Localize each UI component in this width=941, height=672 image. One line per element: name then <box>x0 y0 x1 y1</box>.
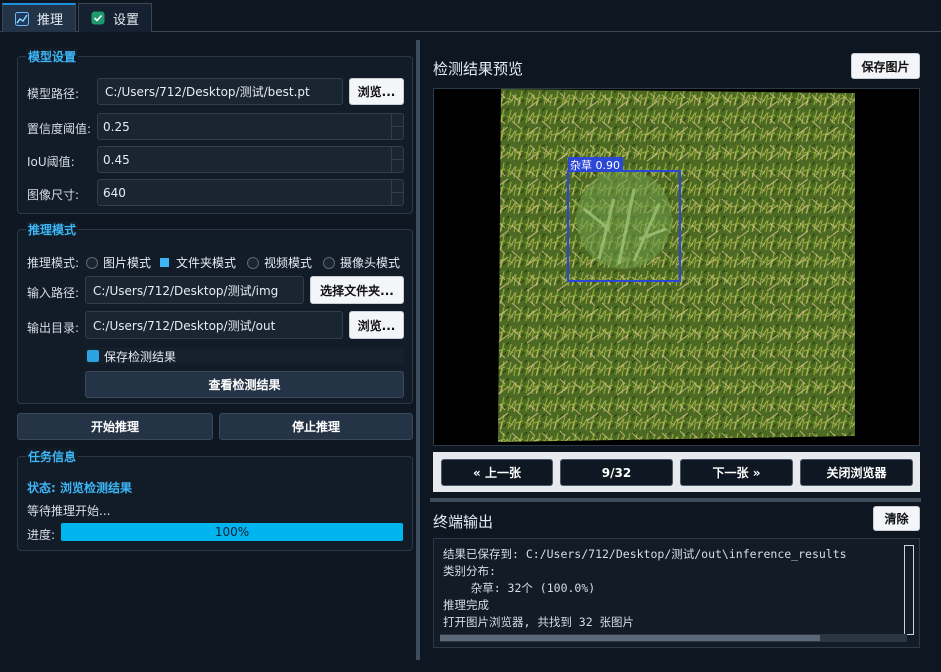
terminal-line: 类别分布: <box>443 564 496 578</box>
tab-settings[interactable]: 设置 <box>78 3 152 32</box>
radio-image-mode[interactable]: 图片模式 <box>86 254 151 271</box>
horizontal-scrollbar[interactable] <box>440 634 907 642</box>
checkbox-checked-icon <box>87 350 99 362</box>
progress-text: 100% <box>214 525 250 539</box>
inference-mode-title: 推理模式 <box>26 221 79 238</box>
radio-video-mode-label: 视频模式 <box>264 256 313 270</box>
imgsz-value: 640 <box>103 185 126 200</box>
tab-settings-label: 设置 <box>113 12 140 28</box>
chart-icon <box>15 11 29 26</box>
tab-bar: 推理 设置 <box>0 0 941 32</box>
conf-label: 置信度阈值: <box>27 122 92 136</box>
radio-indicator <box>247 256 259 269</box>
conf-spin-arrows[interactable] <box>391 114 403 139</box>
prev-image-button[interactable]: « 上一张 <box>441 459 553 486</box>
output-dir-field[interactable]: C:/Users/712/Desktop/测试/out <box>85 311 343 339</box>
terminal-line: 结果已保存到: C:/Users/712/Desktop/测试/out\infe… <box>443 547 847 561</box>
radio-camera-mode[interactable]: 摄像头模式 <box>323 254 400 271</box>
model-browse-button[interactable]: 浏览... <box>349 78 404 105</box>
terminal-line: 打开图片浏览器, 共找到 32 张图片 <box>443 615 635 629</box>
terminal-line: 杂草: 32个 (100.0%) <box>443 581 596 595</box>
progress-label: 进度: <box>27 528 56 542</box>
task-info-title: 任务信息 <box>26 448 79 465</box>
model-path-input[interactable]: C:/Users/712/Desktop/测试/best.pt <box>97 78 343 105</box>
imgsz-spin-arrows[interactable] <box>391 180 403 205</box>
iou-spin-arrows[interactable] <box>391 147 403 172</box>
terminal-output[interactable]: 结果已保存到: C:/Users/712/Desktop/测试/out\infe… <box>433 538 920 648</box>
preview-area: 杂草 0.90 <box>433 88 920 446</box>
preview-title: 检测结果预览 <box>433 60 524 78</box>
close-browser-button[interactable]: 关闭浏览器 <box>800 459 913 486</box>
radio-indicator <box>323 256 335 269</box>
status-text: 状态: 浏览检测结果 <box>27 481 132 495</box>
start-inference-button[interactable]: 开始推理 <box>17 413 213 440</box>
horizontal-splitter[interactable] <box>430 498 921 502</box>
tab-inference-label: 推理 <box>37 13 64 28</box>
scrollbar-thumb[interactable] <box>440 635 820 641</box>
iou-value: 0.45 <box>103 152 130 167</box>
image-counter: 9/32 <box>560 459 673 486</box>
imgsz-label: 图像尺寸: <box>27 188 80 202</box>
save-results-label: 保存检测结果 <box>104 349 177 364</box>
radio-indicator <box>86 256 98 269</box>
stop-inference-button[interactable]: 停止推理 <box>219 413 413 440</box>
radio-folder-mode-label: 文件夹模式 <box>176 256 237 270</box>
progress-bar: 100% <box>61 523 403 541</box>
status-message: 等待推理开始... <box>27 504 111 518</box>
conf-spinbox[interactable]: 0.25 <box>97 113 404 140</box>
mode-label: 推理模式: <box>27 256 80 270</box>
output-dir-label: 输出目录: <box>27 321 80 335</box>
radio-folder-mode[interactable]: 文件夹模式 <box>158 254 236 271</box>
clear-terminal-button[interactable]: 清除 <box>873 506 920 531</box>
model-path-label: 模型路径: <box>27 87 80 101</box>
radio-video-mode[interactable]: 视频模式 <box>247 254 312 271</box>
radio-image-mode-label: 图片模式 <box>103 256 152 270</box>
radio-selected-indicator <box>160 258 169 267</box>
vertical-scrollbar[interactable] <box>904 545 914 635</box>
detection-label: 杂草 0.90 <box>570 159 620 172</box>
save-image-button[interactable]: 保存图片 <box>851 53 920 79</box>
model-settings-title: 模型设置 <box>26 48 79 65</box>
input-path-label: 输入路径: <box>27 286 80 300</box>
conf-value: 0.25 <box>103 119 130 134</box>
save-results-checkbox[interactable]: 保存检测结果 <box>85 348 404 364</box>
detection-image: 杂草 0.90 <box>498 89 855 442</box>
select-folder-button[interactable]: 选择文件夹... <box>310 276 404 304</box>
view-results-button[interactable]: 查看检测结果 <box>85 371 404 398</box>
radio-camera-mode-label: 摄像头模式 <box>340 256 401 270</box>
tab-inference[interactable]: 推理 <box>2 3 76 32</box>
terminal-title: 终端输出 <box>433 513 494 531</box>
input-path-field[interactable]: C:/Users/712/Desktop/测试/img <box>85 276 304 304</box>
next-image-button[interactable]: 下一张 » <box>680 459 793 486</box>
output-browse-button[interactable]: 浏览... <box>349 311 404 339</box>
imgsz-spinbox[interactable]: 640 <box>97 179 404 206</box>
vertical-splitter[interactable] <box>416 40 420 660</box>
iou-spinbox[interactable]: 0.45 <box>97 146 404 173</box>
terminal-line: 推理完成 <box>443 598 489 612</box>
iou-label: IoU阈值: <box>27 155 75 169</box>
check-icon <box>91 11 105 25</box>
